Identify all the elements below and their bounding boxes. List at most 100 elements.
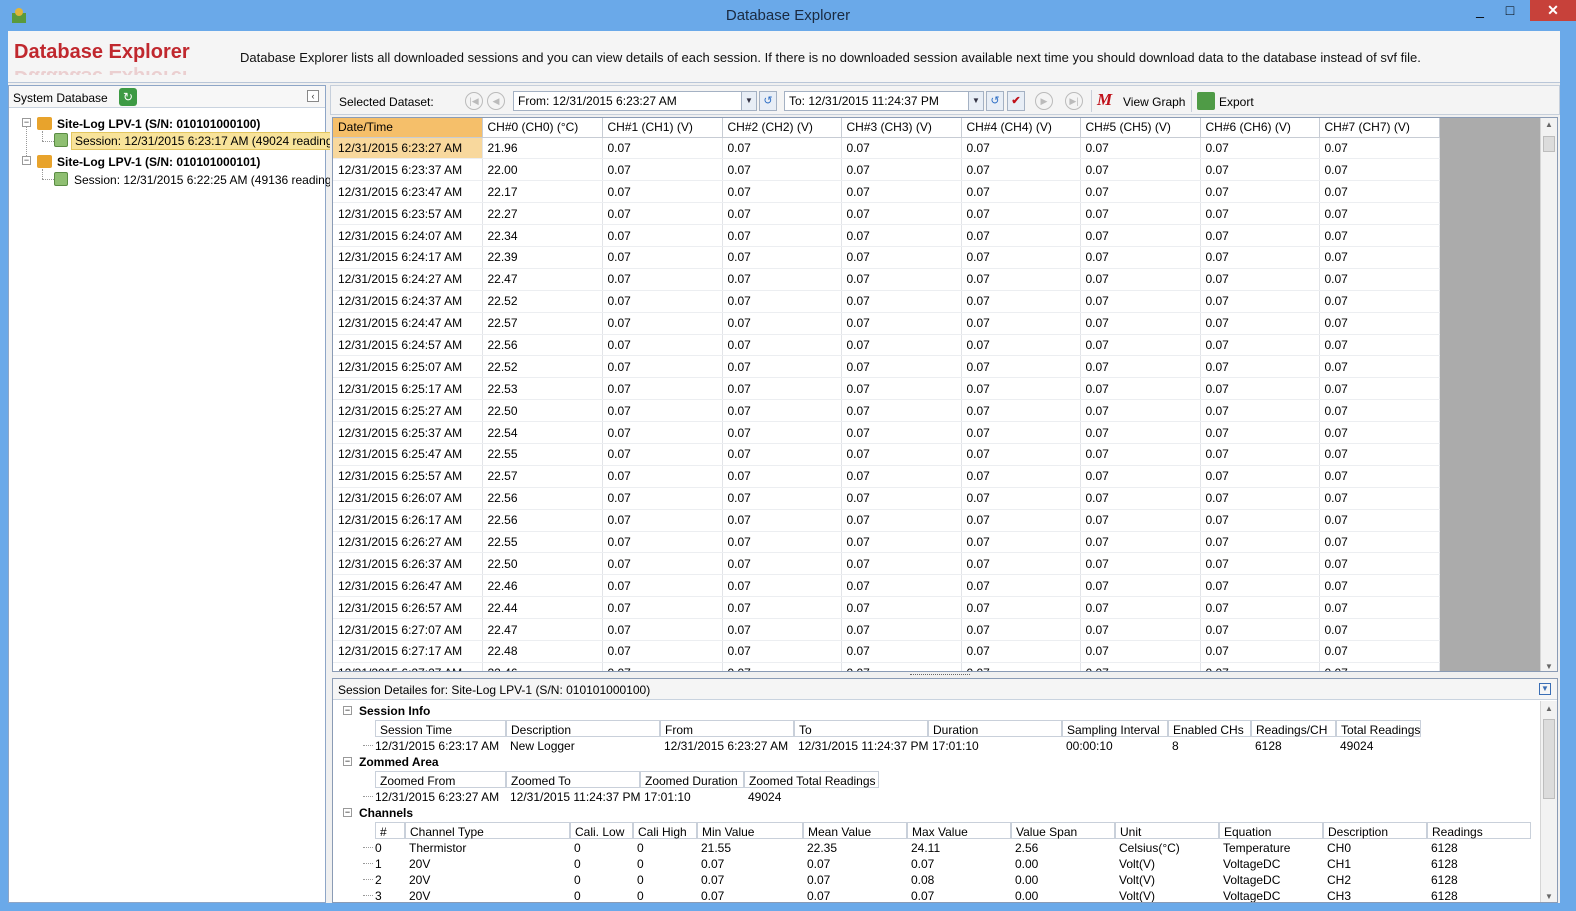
refresh-database-icon[interactable]: ↻ bbox=[119, 88, 137, 106]
table-cell[interactable]: 22.27 bbox=[482, 202, 603, 226]
table-cell[interactable]: 0.07 bbox=[1200, 618, 1320, 641]
table-cell[interactable]: 0.07 bbox=[841, 531, 962, 554]
table-cell[interactable]: 0.07 bbox=[961, 290, 1081, 313]
apply-check-icon[interactable]: ✔ bbox=[1007, 91, 1025, 111]
last-icon[interactable]: ▶| bbox=[1065, 92, 1083, 110]
table-cell[interactable]: 0.07 bbox=[1200, 509, 1320, 532]
table-row[interactable]: 12/31/2015 6:26:47 AM 22.46 0.07 0.07 0.07 0.… bbox=[333, 574, 1440, 598]
table-cell[interactable]: 0.07 bbox=[722, 224, 842, 247]
details-column-header[interactable]: Sampling Interval bbox=[1062, 720, 1168, 737]
table-cell[interactable]: 0.07 bbox=[961, 202, 1081, 226]
column-header[interactable]: CH#6 (CH6) (V) bbox=[1200, 118, 1320, 138]
table-cell[interactable]: 0.07 bbox=[841, 158, 962, 182]
table-cell[interactable]: 0.07 bbox=[1080, 137, 1201, 160]
details-column-header[interactable]: Cali High bbox=[633, 822, 697, 839]
collapse-details-icon[interactable]: ▼ bbox=[1539, 683, 1551, 695]
table-cell[interactable]: 0.07 bbox=[961, 334, 1081, 357]
details-column-header[interactable]: # bbox=[375, 822, 405, 839]
table-cell[interactable]: 0.07 bbox=[1200, 268, 1320, 291]
table-cell[interactable]: 12/31/2015 6:24:57 AM bbox=[333, 334, 483, 357]
table-cell[interactable]: 12/31/2015 6:25:37 AM bbox=[333, 421, 483, 444]
table-cell[interactable]: 0.07 bbox=[1319, 290, 1440, 313]
details-column-header[interactable]: Zoomed Total Readings bbox=[744, 771, 879, 788]
table-cell[interactable]: 0.07 bbox=[722, 662, 842, 671]
details-column-header[interactable]: Mean Value bbox=[803, 822, 907, 839]
table-cell[interactable]: 0.07 bbox=[841, 509, 962, 532]
table-cell[interactable]: 0.07 bbox=[602, 355, 723, 379]
table-cell[interactable]: 0.07 bbox=[1200, 443, 1320, 466]
table-cell[interactable]: 0.07 bbox=[1200, 662, 1320, 671]
export-button[interactable]: Export bbox=[1219, 95, 1254, 109]
table-row[interactable]: 12/31/2015 6:24:17 AM 22.39 0.07 0.07 0.07 0.… bbox=[333, 246, 1440, 269]
table-cell[interactable]: 22.47 bbox=[482, 268, 603, 291]
details-column-header[interactable]: Total Readings bbox=[1336, 720, 1421, 737]
table-cell[interactable]: 0.07 bbox=[722, 465, 842, 488]
table-cell[interactable]: 0.07 bbox=[1319, 246, 1440, 269]
details-column-header[interactable]: Description bbox=[1323, 822, 1427, 839]
table-cell[interactable]: 0.07 bbox=[1200, 290, 1320, 313]
table-cell[interactable]: 0.07 bbox=[841, 355, 962, 379]
table-row[interactable]: 12/31/2015 6:26:17 AM 22.56 0.07 0.07 0.07 0.… bbox=[333, 509, 1440, 532]
table-cell[interactable]: 0.07 bbox=[1319, 137, 1440, 160]
table-cell[interactable]: 0.07 bbox=[961, 224, 1081, 247]
table-cell[interactable]: 0.07 bbox=[1200, 355, 1320, 379]
table-cell[interactable]: 0.07 bbox=[602, 552, 723, 576]
table-cell[interactable]: 12/31/2015 6:24:17 AM bbox=[333, 246, 483, 269]
table-cell[interactable]: 22.50 bbox=[482, 399, 603, 423]
table-row[interactable]: 12/31/2015 6:23:47 AM 22.17 0.07 0.07 0.07 0.… bbox=[333, 180, 1440, 204]
table-cell[interactable]: 0.07 bbox=[1319, 552, 1440, 576]
table-row[interactable]: 12/31/2015 6:24:07 AM 22.34 0.07 0.07 0.07 0.… bbox=[333, 224, 1440, 247]
table-cell[interactable]: 0.07 bbox=[1080, 443, 1201, 466]
table-cell[interactable]: 0.07 bbox=[722, 421, 842, 444]
column-header[interactable]: CH#3 (CH3) (V) bbox=[841, 118, 962, 138]
table-cell[interactable]: 12/31/2015 6:24:27 AM bbox=[333, 268, 483, 291]
table-row[interactable]: 12/31/2015 6:25:17 AM 22.53 0.07 0.07 0.07 0.… bbox=[333, 377, 1440, 401]
table-cell[interactable]: 0.07 bbox=[1200, 552, 1320, 576]
table-cell[interactable]: 0.07 bbox=[602, 246, 723, 269]
table-cell[interactable]: 12/31/2015 6:23:47 AM bbox=[333, 180, 483, 204]
scroll-down-icon[interactable]: ▼ bbox=[1545, 892, 1553, 901]
details-column-header[interactable]: Cali. Low bbox=[570, 822, 633, 839]
table-cell[interactable]: 0.07 bbox=[722, 487, 842, 510]
minimize-button[interactable]: _ bbox=[1466, 0, 1494, 21]
table-cell[interactable]: 0.07 bbox=[841, 290, 962, 313]
table-cell[interactable]: 0.07 bbox=[1319, 487, 1440, 510]
table-cell[interactable]: 0.07 bbox=[961, 180, 1081, 204]
table-row[interactable]: 12/31/2015 6:24:27 AM 22.47 0.07 0.07 0.07 0.… bbox=[333, 268, 1440, 291]
graph-icon[interactable]: M bbox=[1097, 90, 1112, 110]
table-cell[interactable]: 22.57 bbox=[482, 312, 603, 335]
table-cell[interactable]: 0.07 bbox=[961, 158, 1081, 182]
table-cell[interactable]: 22.52 bbox=[482, 355, 603, 379]
table-cell[interactable]: 0.07 bbox=[602, 662, 723, 671]
table-cell[interactable]: 0.07 bbox=[961, 377, 1081, 401]
table-cell[interactable]: 22.34 bbox=[482, 224, 603, 247]
table-cell[interactable]: 0.07 bbox=[841, 224, 962, 247]
details-column-header[interactable]: Channel Type bbox=[405, 822, 570, 839]
table-cell[interactable]: 0.07 bbox=[961, 268, 1081, 291]
table-cell[interactable]: 0.07 bbox=[722, 443, 842, 466]
tree-logger-1[interactable]: Site-Log LPV-1 (S/N: 010101000101) bbox=[57, 155, 260, 169]
details-column-header[interactable]: Zoomed From bbox=[375, 771, 506, 788]
table-cell[interactable]: 0.07 bbox=[1080, 158, 1201, 182]
table-cell[interactable]: 0.07 bbox=[841, 552, 962, 576]
scroll-thumb[interactable] bbox=[1543, 136, 1555, 152]
expand-toggle[interactable]: − bbox=[22, 156, 31, 165]
table-cell[interactable]: 0.07 bbox=[1080, 531, 1201, 554]
table-cell[interactable]: 0.07 bbox=[1080, 180, 1201, 204]
table-cell[interactable]: 0.07 bbox=[841, 421, 962, 444]
table-cell[interactable]: 0.07 bbox=[841, 399, 962, 423]
table-cell[interactable]: 0.07 bbox=[1319, 202, 1440, 226]
table-cell[interactable]: 0.07 bbox=[961, 137, 1081, 160]
table-cell[interactable]: 0.07 bbox=[1200, 640, 1320, 663]
details-column-header[interactable]: To bbox=[794, 720, 928, 737]
table-cell[interactable]: 0.07 bbox=[961, 552, 1081, 576]
from-datetime-picker[interactable]: From: 12/31/2015 6:23:27 AM ▼ bbox=[513, 91, 757, 111]
table-row[interactable]: 12/31/2015 6:25:27 AM 22.50 0.07 0.07 0.07 0.… bbox=[333, 399, 1440, 423]
table-cell[interactable]: 0.07 bbox=[841, 334, 962, 357]
previous-icon[interactable]: ◀ bbox=[487, 92, 505, 110]
details-column-header[interactable]: Readings bbox=[1427, 822, 1531, 839]
details-column-header[interactable]: Enabled CHs bbox=[1168, 720, 1251, 737]
table-cell[interactable]: 0.07 bbox=[602, 640, 723, 663]
table-cell[interactable]: 0.07 bbox=[602, 509, 723, 532]
tree-session-1[interactable]: Session: 12/31/2015 6:22:25 AM (49136 re… bbox=[74, 173, 342, 187]
